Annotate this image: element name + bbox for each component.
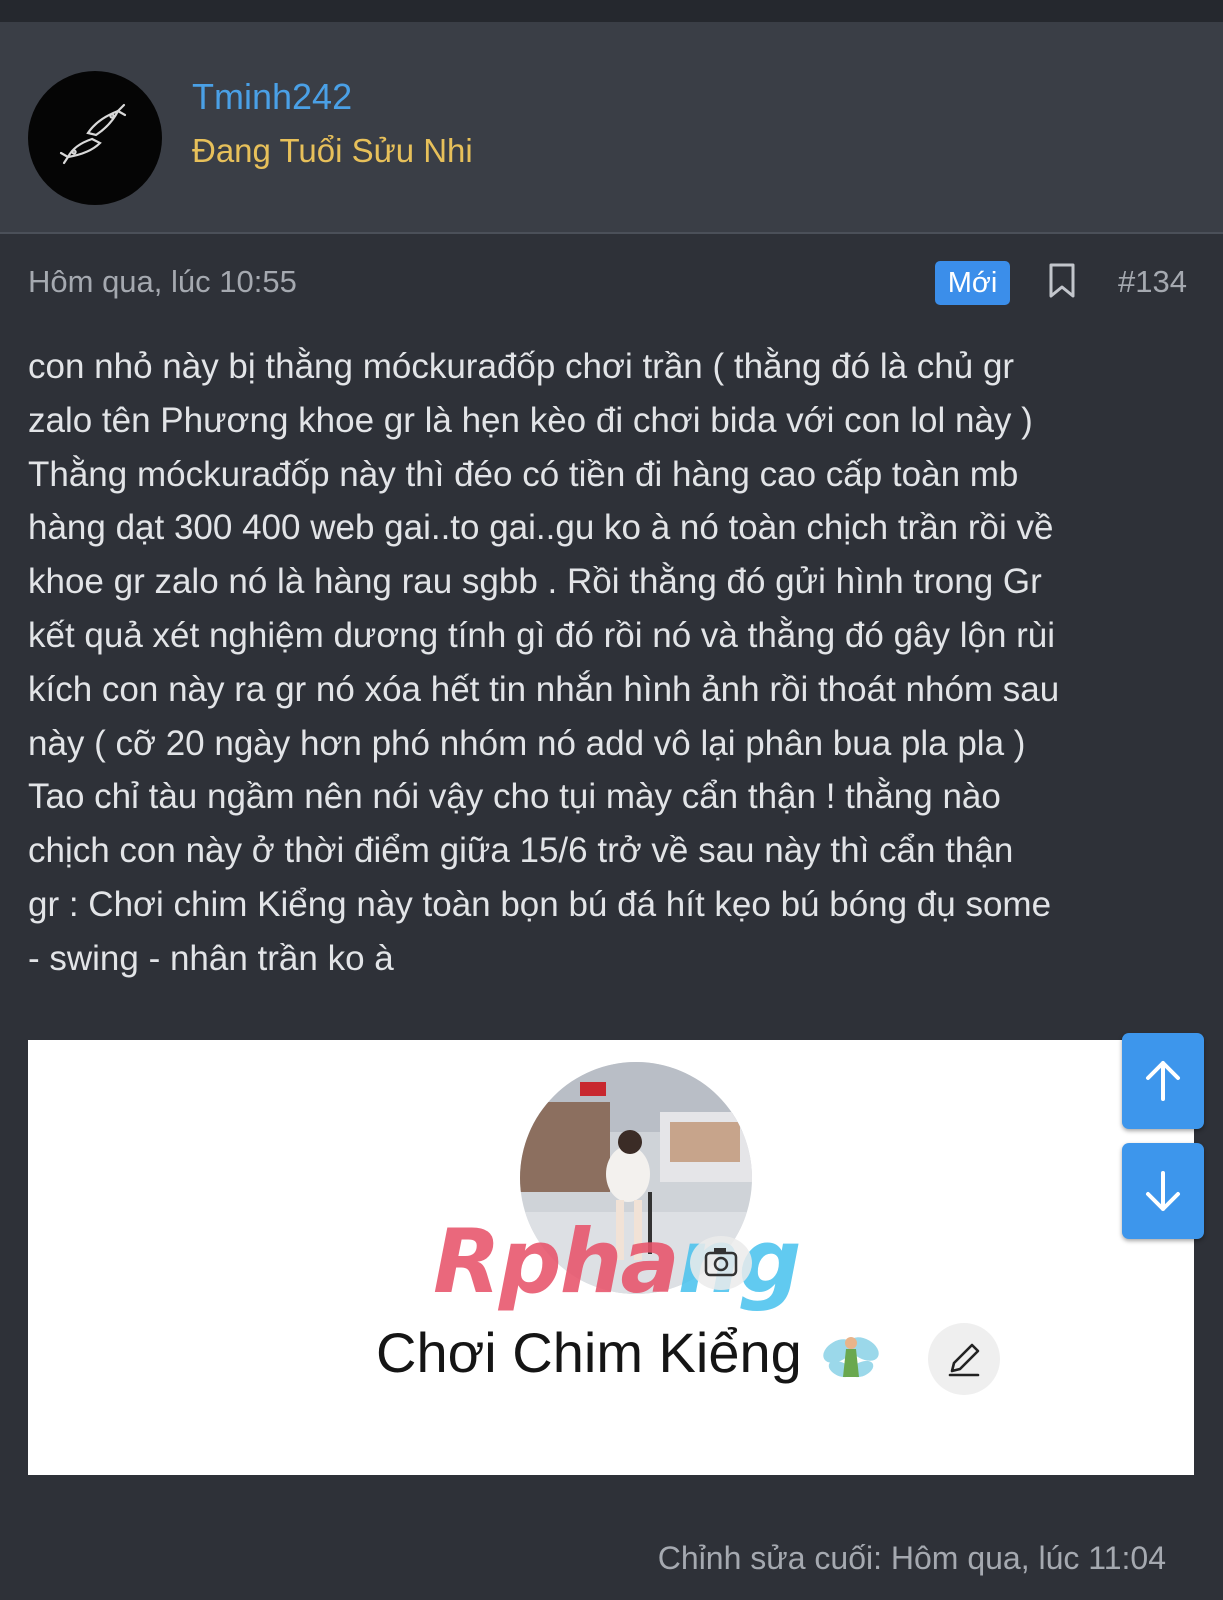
user-title: Đang Tuổi Sửu Nhi (192, 132, 473, 169)
fairy-icon (823, 1337, 879, 1378)
arrow-down-icon (1146, 1171, 1180, 1211)
bookmark-icon[interactable] (1048, 263, 1076, 299)
scroll-to-top-button[interactable] (1122, 1033, 1204, 1129)
post-meta: Hôm qua, lúc 10:55 Mới #134 (0, 234, 1223, 334)
group-profile-name: Chơi Chim Kiểng (376, 1321, 802, 1384)
arrow-up-icon (1146, 1061, 1180, 1101)
new-badge: Mới (935, 261, 1010, 305)
username[interactable]: Tminh242 (192, 76, 352, 118)
attached-screenshot[interactable]: Rphang Chơi Chim Kiểng (28, 1040, 1194, 1475)
post-timestamp[interactable]: Hôm qua, lúc 10:55 (28, 264, 297, 300)
last-edited-note: Chỉnh sửa cuối: Hôm qua, lúc 11:04 (657, 1540, 1166, 1576)
scroll-to-bottom-button[interactable] (1122, 1143, 1204, 1239)
user-header: Tminh242 Đang Tuổi Sửu Nhi (0, 22, 1223, 234)
user-avatar[interactable] (28, 71, 162, 205)
top-strip (0, 0, 1223, 22)
post-body: con nhỏ này bị thằng móckurađốp chơi trầ… (28, 347, 1060, 978)
koi-fish-logo-icon (59, 103, 127, 165)
post-number[interactable]: #134 (1118, 264, 1187, 300)
camera-icon (690, 1236, 752, 1290)
edit-button[interactable] (928, 1323, 1000, 1395)
pencil-icon (948, 1343, 980, 1377)
